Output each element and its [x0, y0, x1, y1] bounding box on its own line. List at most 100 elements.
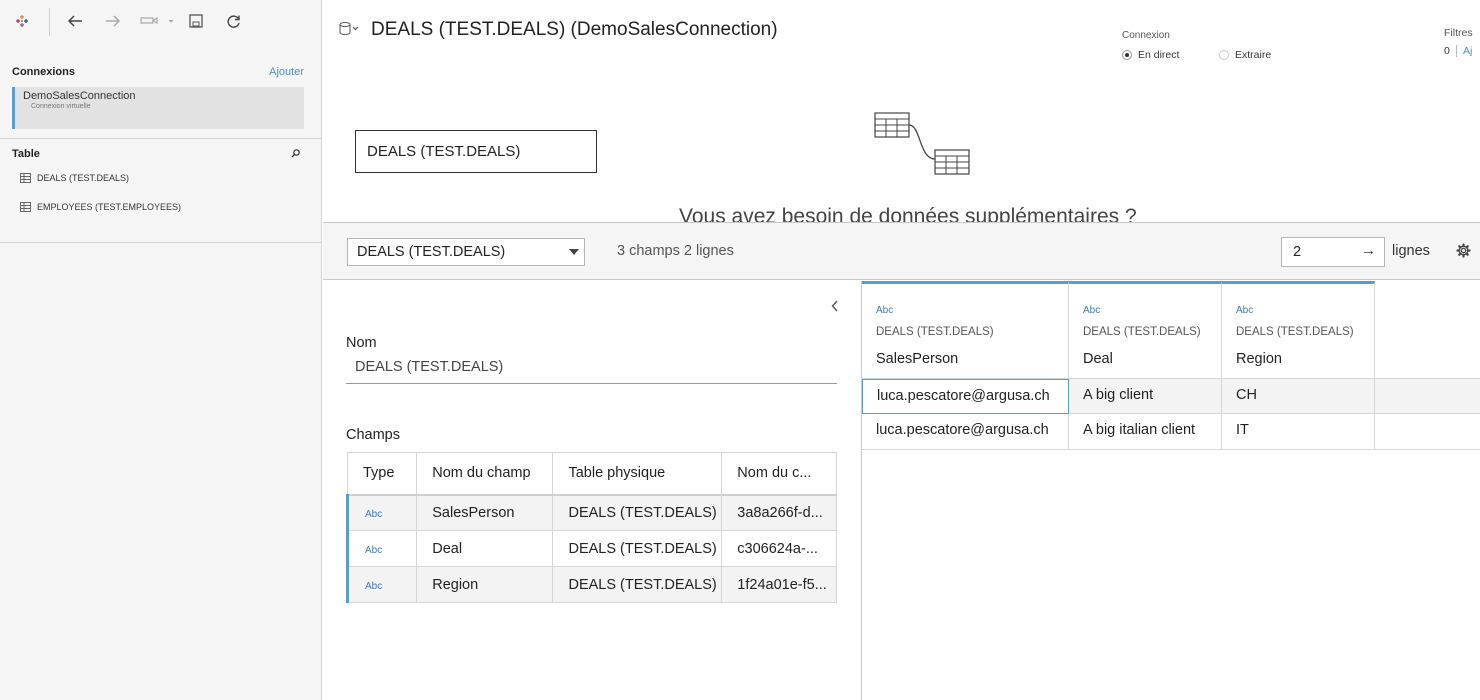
filters-add-link[interactable]: Aj	[1456, 45, 1472, 57]
connection-item[interactable]: DemoSalesConnection Connexion virtuelle	[12, 87, 304, 129]
gear-icon[interactable]	[1456, 243, 1471, 263]
filters: Filtres 0 Aj	[1444, 27, 1473, 57]
logical-table-box[interactable]: DEALS (TEST.DEALS)	[355, 130, 597, 173]
add-connection-link[interactable]: Ajouter	[269, 66, 304, 78]
remote-name-cell: c306624a-...	[721, 530, 837, 567]
filters-label: Filtres	[1444, 27, 1473, 39]
save-icon[interactable]	[185, 10, 207, 32]
table-row: luca.pescatore@argusa.ch A big client CH	[862, 378, 1480, 414]
column-header-remote-name[interactable]: Nom du c...	[721, 452, 837, 496]
table-toolbar: DEALS (TEST.DEALS) 3 champs 2 lignes 2 →…	[323, 222, 1480, 280]
table-grid-icon	[20, 202, 31, 212]
database-dropdown-icon[interactable]	[339, 22, 359, 36]
string-type-icon[interactable]: Abc	[365, 509, 382, 520]
toolbar	[0, 0, 322, 42]
string-type-icon[interactable]: Abc	[1236, 305, 1253, 316]
undo-icon[interactable]	[64, 10, 86, 32]
string-type-icon[interactable]: Abc	[1083, 305, 1100, 316]
grid-cell[interactable]: A big client	[1069, 379, 1222, 414]
connection-type-label: Connexion	[1122, 30, 1170, 41]
grid-cell[interactable]: luca.pescatore@argusa.ch	[862, 414, 1069, 449]
string-type-icon[interactable]: Abc	[365, 581, 382, 592]
table-select[interactable]: DEALS (TEST.DEALS)	[347, 238, 585, 266]
table-row[interactable]: Abc Deal DEALS (TEST.DEALS) c306624a-...	[345, 530, 837, 567]
grid-cell[interactable]: A big italian client	[1069, 414, 1222, 449]
remote-name-cell: 3a8a266f-d...	[721, 494, 837, 531]
data-source-canvas: DEALS (TEST.DEALS) (DemoSalesConnection)…	[323, 0, 1480, 222]
chevron-down-icon	[569, 249, 579, 255]
string-type-icon[interactable]: Abc	[365, 545, 382, 556]
data-source-title[interactable]: DEALS (TEST.DEALS) (DemoSalesConnection)	[371, 19, 778, 41]
string-type-icon[interactable]: Abc	[876, 305, 893, 316]
grid-column-header-salesperson[interactable]: Abc DEALS (TEST.DEALS) SalesPerson	[862, 281, 1069, 378]
connections-header: Connexions Ajouter	[12, 66, 304, 82]
table-list-item-deals[interactable]: DEALS (TEST.DEALS)	[20, 170, 129, 186]
radio-selected-icon	[1122, 50, 1132, 60]
refresh-icon[interactable]	[222, 10, 244, 32]
table-list-item-label: DEALS (TEST.DEALS)	[37, 173, 130, 183]
grid-column-header-deal[interactable]: Abc DEALS (TEST.DEALS) Deal	[1069, 281, 1222, 378]
name-label: Nom	[346, 335, 377, 351]
forward-dropdown-icon[interactable]	[138, 10, 174, 32]
column-header-field-name[interactable]: Nom du champ	[416, 452, 554, 496]
rows-count-value: 2	[1293, 244, 1302, 260]
chevron-left-icon[interactable]	[831, 299, 839, 317]
grid-cell[interactable]: CH	[1222, 379, 1375, 414]
rows-label: lignes	[1392, 243, 1430, 259]
search-icon[interactable]	[291, 149, 300, 161]
radio-unselected-icon	[1219, 50, 1229, 60]
fields-table: Type Nom du champ Table physique Nom du …	[345, 452, 837, 603]
divider	[0, 242, 322, 243]
connection-type: Connexion En direct Extraire	[1122, 30, 1302, 61]
column-source: DEALS (TEST.DEALS)	[1236, 326, 1354, 338]
table-select-value: DEALS (TEST.DEALS)	[357, 244, 506, 260]
table-list-item-label: EMPLOYEES (TEST.EMPLOYEES)	[37, 202, 182, 212]
remote-name-cell: 1f24a01e-f5...	[721, 566, 837, 603]
redo-icon[interactable]	[102, 10, 124, 32]
live-radio-label: En direct	[1138, 49, 1180, 61]
extract-radio-label: Extraire	[1235, 49, 1272, 61]
table-list-item-employees[interactable]: EMPLOYEES (TEST.EMPLOYEES)	[20, 199, 181, 215]
connection-subtitle: Connexion virtuelle	[31, 103, 91, 110]
field-name-cell[interactable]: SalesPerson	[416, 494, 554, 531]
table-header: Table	[12, 148, 304, 164]
connections-title: Connexions	[12, 66, 75, 78]
grid-cell[interactable]: luca.pescatore@argusa.ch	[862, 379, 1069, 414]
column-source: DEALS (TEST.DEALS)	[1083, 326, 1201, 338]
column-header-type[interactable]: Type	[346, 452, 418, 496]
table-title: Table	[12, 148, 40, 160]
left-panel: Connexions Ajouter DemoSalesConnection C…	[0, 0, 322, 700]
type-cell[interactable]: Abc	[345, 494, 418, 531]
type-cell[interactable]: Abc	[345, 530, 418, 567]
table-row: luca.pescatore@argusa.ch A big italian c…	[862, 414, 1480, 450]
fields-label: Champs	[346, 427, 400, 443]
tableau-logo-icon[interactable]	[11, 10, 33, 32]
fields-rows-summary: 3 champs 2 lignes	[617, 243, 734, 259]
physical-table-cell: DEALS (TEST.DEALS)	[552, 566, 723, 603]
arrow-right-icon[interactable]: →	[1361, 242, 1376, 259]
column-source: DEALS (TEST.DEALS)	[876, 326, 994, 338]
grid-column-header-region[interactable]: Abc DEALS (TEST.DEALS) Region	[1222, 281, 1375, 378]
type-cell[interactable]: Abc	[345, 566, 418, 603]
metadata-panel: Nom DEALS (TEST.DEALS) Champs Type Nom d…	[323, 281, 861, 700]
column-header-physical-table[interactable]: Table physique	[552, 452, 723, 496]
filters-count: 0	[1444, 45, 1450, 57]
fields-table-header: Type Nom du champ Table physique Nom du …	[346, 452, 837, 496]
column-name: SalesPerson	[876, 351, 959, 367]
table-row[interactable]: Abc Region DEALS (TEST.DEALS) 1f24a01e-f…	[345, 566, 837, 603]
data-grid: Abc DEALS (TEST.DEALS) SalesPerson Abc D…	[861, 281, 1480, 700]
extract-radio[interactable]: Extraire	[1219, 49, 1271, 61]
join-tables-icon	[873, 110, 973, 185]
divider	[0, 138, 322, 139]
name-input[interactable]: DEALS (TEST.DEALS)	[346, 359, 837, 384]
field-name-cell[interactable]: Deal	[416, 530, 554, 567]
column-name: Region	[1236, 351, 1282, 367]
physical-table-cell: DEALS (TEST.DEALS)	[552, 530, 723, 567]
table-row[interactable]: Abc SalesPerson DEALS (TEST.DEALS) 3a8a2…	[345, 494, 837, 531]
field-name-cell[interactable]: Region	[416, 566, 554, 603]
rows-count-input[interactable]: 2 →	[1281, 237, 1385, 267]
live-radio[interactable]: En direct	[1122, 49, 1179, 61]
toolbar-separator	[49, 8, 50, 36]
physical-table-cell: DEALS (TEST.DEALS)	[552, 494, 723, 531]
grid-cell[interactable]: IT	[1222, 414, 1375, 449]
